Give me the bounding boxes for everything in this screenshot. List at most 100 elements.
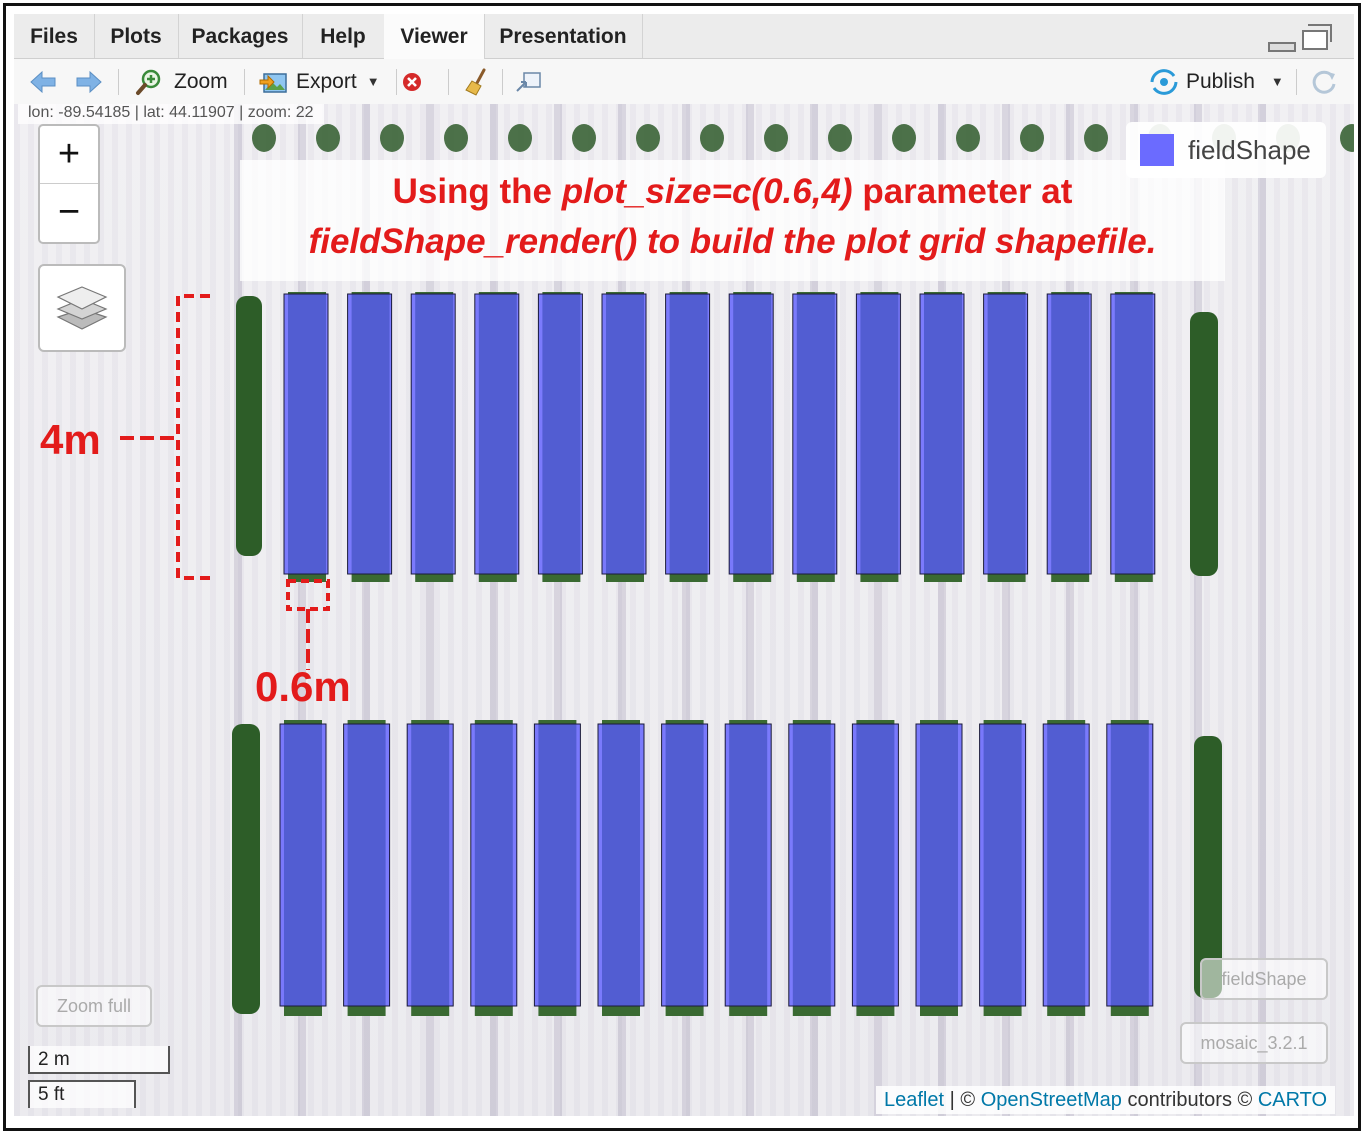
plot-polygon[interactable] — [347, 293, 393, 575]
plot-polygon-group — [410, 292, 456, 582]
vegetation-patch — [380, 124, 404, 152]
plot-polygon[interactable] — [470, 723, 518, 1007]
publish-icon — [1150, 68, 1178, 95]
toggle-mosaic-layer-button[interactable]: mosaic_3.2.1 — [1180, 1022, 1328, 1064]
plot-polygon[interactable] — [1106, 723, 1154, 1007]
plot-polygon[interactable] — [1046, 293, 1092, 575]
vegetation-patch — [316, 124, 340, 152]
plot-polygon[interactable] — [788, 723, 836, 1007]
toolbar-separator — [396, 69, 397, 95]
vegetation-patch — [444, 124, 468, 152]
plot-polygon[interactable] — [851, 723, 899, 1007]
vegetation-patch — [700, 124, 724, 152]
attribution-separator: | © — [949, 1089, 976, 1111]
border-row-vegetation — [232, 724, 260, 1014]
zoom-out-button[interactable]: − — [40, 184, 98, 241]
annotation-line-1: Using the plot_size=c(0.6,4) parameter a… — [392, 172, 1073, 211]
plot-polygon[interactable] — [983, 293, 1029, 575]
plot-width-label: 0.6m — [255, 663, 351, 710]
zoom-label: Zoom — [174, 69, 228, 93]
plot-polygon-group — [919, 292, 965, 582]
plot-polygon[interactable] — [343, 723, 391, 1007]
plot-polygon-group — [661, 720, 709, 1016]
plot-polygon[interactable] — [410, 293, 456, 575]
zoom-in-button[interactable]: + — [40, 126, 98, 184]
vegetation-patch — [572, 124, 596, 152]
leaflet-link[interactable]: Leaflet — [884, 1089, 944, 1111]
export-button[interactable]: Export ▼ — [258, 59, 380, 104]
vegetation-patch — [764, 124, 788, 152]
plot-polygon[interactable] — [919, 293, 965, 575]
remove-circle-icon — [403, 72, 421, 91]
arrow-right-icon — [76, 70, 102, 93]
plot-polygon[interactable] — [1042, 723, 1090, 1007]
plot-polygon[interactable] — [724, 723, 772, 1007]
zoom-full-button[interactable]: Zoom full — [36, 985, 152, 1027]
plot-polygon-group — [724, 720, 772, 1016]
plot-polygon[interactable] — [728, 293, 774, 575]
maximize-pane-icon[interactable] — [1302, 30, 1328, 50]
caret-down-icon: ▼ — [1270, 74, 1284, 89]
plot-polygon-group — [279, 720, 327, 1016]
tab-files[interactable]: Files — [14, 14, 95, 58]
new-window-icon — [516, 71, 541, 92]
plot-polygon[interactable] — [537, 293, 583, 575]
openstreetmap-link[interactable]: OpenStreetMap — [981, 1089, 1122, 1111]
tab-packages[interactable]: Packages — [178, 14, 303, 58]
publish-button[interactable]: Publish ▼ — [1148, 59, 1284, 104]
vegetation-patch — [508, 124, 532, 152]
plot-polygon[interactable] — [661, 723, 709, 1007]
layers-control-button[interactable] — [38, 264, 126, 352]
show-in-new-window-button[interactable] — [514, 59, 544, 104]
zoom-button[interactable]: Zoom — [134, 59, 228, 104]
plot-polygon-group — [533, 720, 581, 1016]
plot-polygon-group — [983, 292, 1029, 582]
broom-icon — [465, 68, 486, 96]
plot-polygon[interactable] — [979, 723, 1027, 1007]
toggle-fieldshape-layer-button[interactable]: fieldShape — [1200, 958, 1328, 1000]
plot-polygon[interactable] — [279, 723, 327, 1007]
plot-polygon-group — [792, 292, 838, 582]
vegetation-patch — [892, 124, 916, 152]
plot-polygon-group — [915, 720, 963, 1016]
mouse-coordinates-readout: lon: -89.54185 | lat: 44.11907 | zoom: 2… — [18, 104, 324, 124]
width-marker-box — [286, 579, 330, 611]
minimize-pane-icon[interactable] — [1268, 42, 1296, 52]
remove-viewer-button[interactable] — [400, 59, 424, 104]
arrow-left-icon — [30, 70, 56, 93]
plot-polygon-group — [788, 720, 836, 1016]
plot-polygon[interactable] — [283, 293, 329, 575]
zoom-control: + − — [38, 124, 100, 244]
plot-length-label: 4m — [40, 416, 101, 463]
plot-polygon-group — [343, 720, 391, 1016]
vegetation-patch — [636, 124, 660, 152]
back-button[interactable] — [28, 59, 58, 104]
toolbar-separator — [448, 69, 449, 95]
plot-polygon-group — [1042, 720, 1090, 1016]
plot-polygon-group — [728, 292, 774, 582]
tab-presentation[interactable]: Presentation — [484, 14, 643, 58]
plot-polygon[interactable] — [597, 723, 645, 1007]
carto-link[interactable]: CARTO — [1258, 1089, 1327, 1111]
plot-polygon[interactable] — [855, 293, 901, 575]
forward-button[interactable] — [74, 59, 104, 104]
vegetation-patch — [252, 124, 276, 152]
tab-help[interactable]: Help — [302, 14, 385, 58]
map-attribution: Leaflet | © OpenStreetMap contributors ©… — [876, 1086, 1336, 1114]
plot-polygon-group — [406, 720, 454, 1016]
length-bracket — [176, 294, 210, 580]
plot-polygon-group — [1110, 292, 1156, 582]
clear-all-viewer-button[interactable] — [462, 59, 492, 104]
plot-polygon[interactable] — [601, 293, 647, 575]
plot-polygon[interactable] — [665, 293, 711, 575]
refresh-button[interactable] — [1310, 59, 1338, 104]
plot-polygon[interactable] — [792, 293, 838, 575]
tab-viewer[interactable]: Viewer — [384, 14, 485, 59]
plot-polygon[interactable] — [474, 293, 520, 575]
refresh-icon — [1312, 70, 1336, 94]
plot-polygon[interactable] — [915, 723, 963, 1007]
plot-polygon[interactable] — [1110, 293, 1156, 575]
plot-polygon[interactable] — [533, 723, 581, 1007]
plot-polygon[interactable] — [406, 723, 454, 1007]
tab-plots[interactable]: Plots — [94, 14, 179, 58]
